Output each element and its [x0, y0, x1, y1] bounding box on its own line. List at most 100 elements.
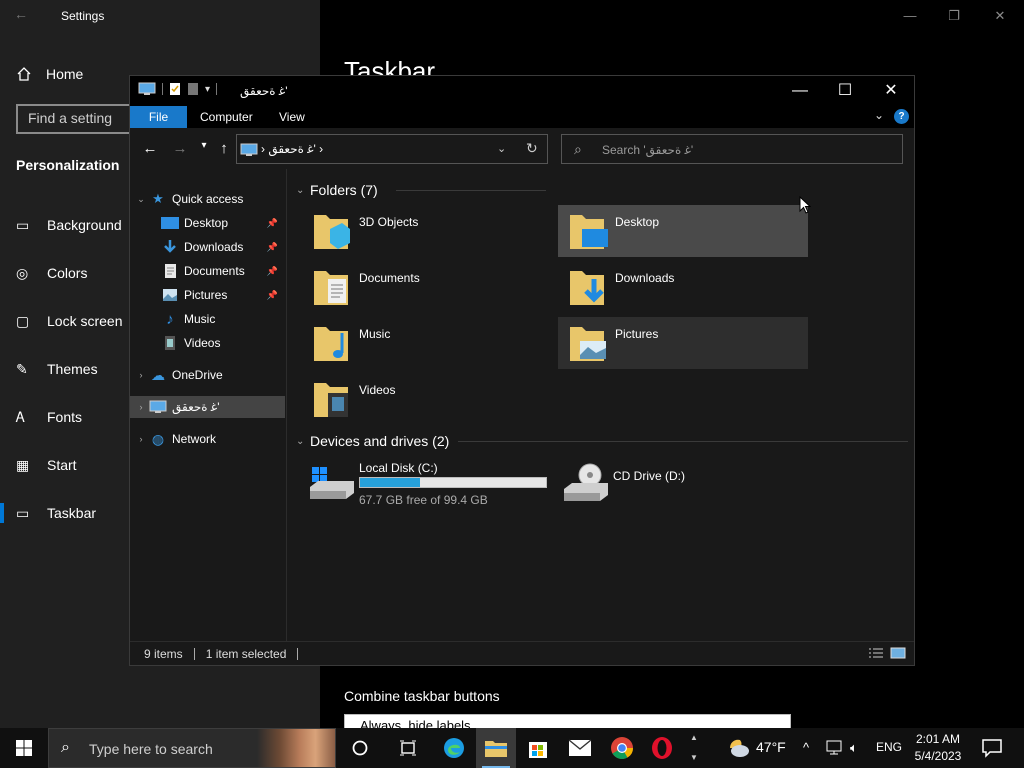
tree-item-pictures[interactable]: Pictures 📌 — [160, 284, 284, 306]
sidebar-item-label: Themes — [47, 361, 98, 377]
volume-icon[interactable]: 🔈︎ — [850, 740, 858, 756]
combine-buttons-dropdown[interactable]: Always, hide labels — [344, 714, 791, 728]
taskbar-search-box[interactable]: ⌕ Type here to search — [48, 728, 336, 768]
search-input[interactable]: ⌕ Search 'ﻏ ﺓﺣﻌﻘﻖ' — [561, 134, 903, 164]
expand-chevron-icon[interactable]: › — [134, 434, 148, 444]
file-explorer-window: ▾ ﻏ ﺓﺣﻌﻘﻖ' — ☐ ✕ File Computer View ⌄ ? … — [129, 75, 915, 666]
expand-ribbon-chevron-icon[interactable]: ⌄ — [874, 108, 888, 126]
expand-chevron-icon[interactable]: › — [134, 402, 148, 412]
sidebar-item-taskbar[interactable]: ▭ Taskbar — [0, 501, 120, 525]
recent-locations-chevron-icon[interactable]: ▾ — [194, 140, 214, 160]
tree-item-network[interactable]: › ◍ Network — [134, 428, 284, 450]
folder-label: 3D Objects — [359, 215, 419, 229]
folder-videos[interactable]: Videos — [302, 373, 552, 425]
download-arrow-icon — [164, 240, 176, 253]
task-view-button[interactable] — [388, 728, 428, 768]
action-center-icon[interactable] — [980, 736, 1004, 760]
tree-item-label: ﻏ ﺓﺣﻌﻘﻖ' — [172, 400, 220, 414]
sidebar-item-colors[interactable]: ◎ Colors — [0, 261, 87, 285]
cortana-button[interactable] — [340, 728, 380, 768]
large-icons-view-icon[interactable] — [890, 647, 906, 659]
tab-computer[interactable]: Computer — [190, 106, 263, 128]
pin-icon[interactable]: 📌 — [267, 266, 278, 277]
close-icon[interactable]: ✕ — [990, 6, 1010, 26]
document-icon — [165, 264, 176, 278]
customize-toolbar-chevron-icon[interactable]: ▾ — [205, 84, 210, 95]
back-arrow-icon[interactable]: ← — [14, 6, 34, 26]
taskbar-scroll-control[interactable]: ▲ ▼ — [686, 728, 702, 768]
tree-item-music[interactable]: ♪ Music — [160, 308, 284, 330]
tree-item-quick-access[interactable]: ⌄ ★ Quick access — [134, 188, 284, 210]
address-history-chevron-icon[interactable]: ⌄ — [497, 142, 506, 155]
sidebar-item-background[interactable]: ▭ Background — [0, 213, 122, 237]
folder-desktop[interactable]: Desktop — [558, 205, 808, 257]
tree-item-label: Pictures — [184, 288, 228, 302]
folder-downloads[interactable]: Downloads — [558, 261, 808, 313]
start-button[interactable] — [0, 728, 48, 768]
network-icon[interactable] — [826, 740, 844, 756]
mail-app[interactable] — [560, 728, 600, 768]
desktop-folder-icon — [161, 217, 179, 229]
folder-3d-objects[interactable]: 3D Objects — [302, 205, 552, 257]
details-view-icon[interactable] — [868, 647, 884, 659]
tree-item-desktop[interactable]: Desktop 📌 — [160, 212, 284, 234]
pin-icon[interactable]: 📌 — [267, 218, 278, 229]
tab-file[interactable]: File — [130, 106, 187, 128]
close-icon[interactable]: ✕ — [868, 76, 914, 106]
minimize-icon[interactable]: — — [777, 76, 823, 106]
maximize-icon[interactable]: ☐ — [822, 76, 868, 106]
edge-app[interactable] — [434, 728, 474, 768]
search-placeholder: Search 'ﻏ ﺓﺣﻌﻘﻖ' — [602, 143, 694, 157]
refresh-icon[interactable]: ↻ — [526, 140, 538, 157]
drive-cd-d[interactable]: CD Drive (D:) — [556, 459, 806, 515]
tree-item-onedrive[interactable]: › ☁ OneDrive — [134, 364, 284, 386]
pin-icon[interactable]: 📌 — [267, 242, 278, 253]
devices-group-header[interactable]: ⌄ Devices and drives (2) — [296, 431, 449, 451]
folders-group-header[interactable]: ⌄ Folders (7) — [296, 180, 378, 200]
chrome-app[interactable] — [602, 728, 642, 768]
sidebar-item-label: Colors — [47, 265, 88, 281]
restore-icon[interactable]: ❐ — [944, 6, 964, 26]
system-clock[interactable]: 2:01 AM 5/4/2023 — [908, 731, 968, 765]
show-hidden-icons-chevron-icon[interactable]: ^ — [803, 740, 809, 755]
taskbar-search-placeholder: Type here to search — [89, 741, 213, 757]
collapse-chevron-icon[interactable]: ⌄ — [296, 436, 310, 447]
item-count: 9 items — [144, 646, 183, 661]
folder-music[interactable]: Music — [302, 317, 552, 369]
collapse-chevron-icon[interactable]: ⌄ — [134, 194, 148, 205]
sidebar-item-fonts[interactable]: Ꭺ Fonts — [0, 405, 82, 429]
group-label: Devices and drives (2) — [310, 433, 450, 449]
tree-item-downloads[interactable]: Downloads 📌 — [160, 236, 284, 258]
back-arrow-icon[interactable]: ← — [140, 140, 160, 160]
rename-icon[interactable] — [187, 82, 199, 96]
expand-chevron-icon[interactable]: › — [134, 370, 148, 380]
tab-view[interactable]: View — [269, 106, 315, 128]
pin-icon[interactable]: 📌 — [267, 290, 278, 301]
minimize-icon[interactable]: — — [900, 6, 920, 26]
file-explorer-app[interactable] — [476, 728, 516, 768]
sidebar-item-lock-screen[interactable]: ▢ Lock screen — [0, 309, 122, 333]
up-arrow-icon[interactable]: ↑ — [214, 140, 234, 160]
forward-arrow-icon[interactable]: → — [170, 140, 190, 160]
folder-pictures[interactable]: Pictures — [558, 317, 808, 369]
help-icon[interactable]: ? — [894, 109, 909, 124]
opera-app[interactable] — [642, 728, 682, 768]
sidebar-item-start[interactable]: ▦ Start — [0, 453, 77, 477]
microsoft-store-app[interactable] — [518, 728, 558, 768]
folder-documents[interactable]: Documents — [302, 261, 552, 313]
tree-item-this-pc[interactable]: › ﻏ ﺓﺣﻌﻘﻖ' — [130, 396, 285, 418]
sidebar-item-themes[interactable]: ✎ Themes — [0, 357, 98, 381]
find-setting-input[interactable]: Find a setting — [16, 104, 136, 134]
address-bar[interactable]: › ﻏ ﺓﺣﻌﻘﻖ' › ⌄ ↻ — [236, 134, 548, 164]
settings-home-link[interactable]: Home — [16, 63, 83, 85]
weather-widget[interactable]: 47°F — [726, 736, 786, 758]
drive-local-disk-c[interactable]: Local Disk (C:) 67.7 GB free of 99.4 GB — [302, 459, 552, 515]
collapse-chevron-icon[interactable]: ⌄ — [296, 185, 310, 196]
properties-icon[interactable] — [169, 82, 181, 96]
tree-item-documents[interactable]: Documents 📌 — [160, 260, 284, 282]
explorer-titlebar[interactable]: ▾ ﻏ ﺓﺣﻌﻘﻖ' — ☐ ✕ — [130, 76, 914, 106]
sidebar-item-label: Start — [47, 457, 77, 473]
tree-item-videos[interactable]: Videos — [160, 332, 284, 354]
input-language-indicator[interactable]: ENG — [876, 740, 902, 754]
group-label: Folders (7) — [310, 182, 378, 198]
